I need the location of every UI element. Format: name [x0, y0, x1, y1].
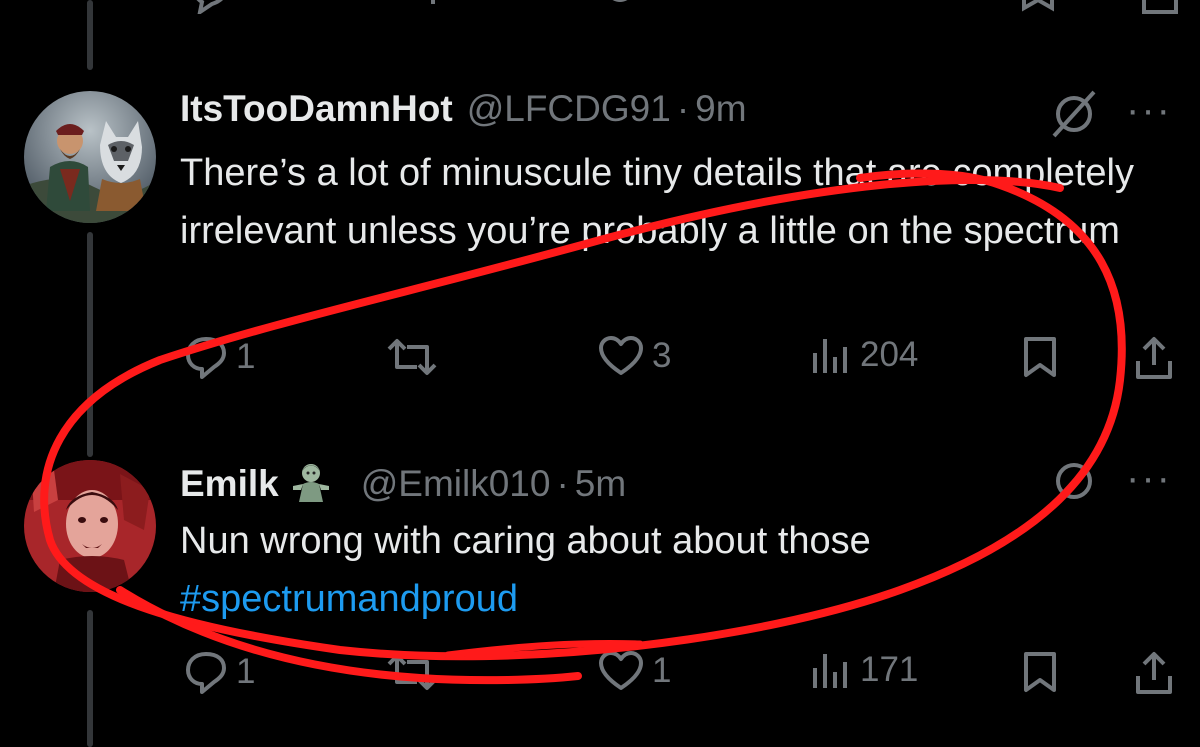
separator: ·: [556, 463, 569, 504]
timestamp[interactable]: 9m: [695, 88, 746, 130]
tweet-header: Emilk @Emilk010 · 5m: [180, 456, 626, 505]
repost-icon: [387, 654, 437, 690]
share-icon[interactable]: [1132, 650, 1176, 696]
reply-button[interactable]: 1: [184, 650, 255, 694]
repost-button[interactable]: [385, 335, 447, 379]
repost-icon: [387, 339, 437, 375]
share-icon[interactable]: [1140, 0, 1180, 18]
display-name[interactable]: Emilk: [180, 463, 279, 505]
thread-line-bottom: [87, 610, 93, 747]
grok-icon[interactable]: [1048, 455, 1100, 507]
heart-icon: [599, 336, 643, 375]
user-handle[interactable]: @LFCDG91: [467, 88, 671, 130]
red-tinted-man-avatar-icon: [24, 460, 156, 592]
more-options-icon[interactable]: ···: [1126, 90, 1172, 130]
tweet-header: ItsTooDamnHot @LFCDG91 · 9m: [180, 88, 747, 130]
thread-line-middle: [87, 232, 93, 457]
grok-icon[interactable]: [1048, 88, 1100, 140]
avatar[interactable]: [24, 91, 156, 223]
like-count: 3: [652, 336, 672, 375]
views-icon: [813, 654, 847, 688]
like-button[interactable]: 3: [598, 335, 671, 377]
reply-button[interactable]: 1: [184, 335, 255, 379]
zombie-emoji-icon: [292, 464, 329, 502]
bookmark-icon[interactable]: [1020, 650, 1060, 694]
views-icon: [813, 339, 847, 373]
thread-line-top: [87, 0, 93, 70]
reply-icon: [186, 337, 226, 379]
previous-tweet-actions: [180, 0, 1180, 18]
tweet-text: There’s a lot of minuscule tiny details …: [180, 144, 1140, 260]
like-icon[interactable]: [600, 0, 640, 12]
repost-icon[interactable]: [395, 0, 441, 8]
like-button[interactable]: 1: [598, 650, 671, 692]
hashtag-link[interactable]: #spectrumandproud: [180, 570, 1140, 628]
like-count: 1: [652, 651, 672, 690]
reply-icon: [186, 652, 226, 694]
bookmark-icon[interactable]: [1020, 335, 1060, 379]
repost-button[interactable]: [385, 650, 447, 694]
tweet-text: Nun wrong with caring about about those …: [180, 512, 1140, 628]
heart-icon: [599, 651, 643, 690]
tweet-text-content: Nun wrong with caring about about those: [180, 520, 871, 562]
man-with-husky-avatar-icon: [24, 91, 156, 223]
tweet-actions: 1 3 204: [180, 335, 1180, 385]
share-icon[interactable]: [1132, 335, 1176, 381]
avatar[interactable]: [24, 460, 156, 592]
reply-icon[interactable]: [190, 0, 230, 14]
reply-count: 1: [236, 652, 256, 691]
bookmark-icon[interactable]: [1020, 0, 1056, 14]
views-button[interactable]: 171: [810, 650, 918, 690]
tweet-actions: 1 1 171: [180, 650, 1180, 700]
reply-count: 1: [236, 337, 256, 376]
tweet-text-content: There’s a lot of minuscule tiny details …: [180, 152, 1134, 252]
timestamp[interactable]: 5m: [575, 463, 626, 505]
views-button[interactable]: 204: [810, 335, 918, 375]
display-name[interactable]: ItsTooDamnHot: [180, 88, 453, 130]
view-count: 204: [860, 335, 919, 374]
user-handle[interactable]: @Emilk010: [361, 463, 551, 505]
more-options-icon[interactable]: ···: [1126, 458, 1172, 498]
view-count: 171: [860, 650, 919, 689]
separator: ·: [676, 88, 690, 129]
